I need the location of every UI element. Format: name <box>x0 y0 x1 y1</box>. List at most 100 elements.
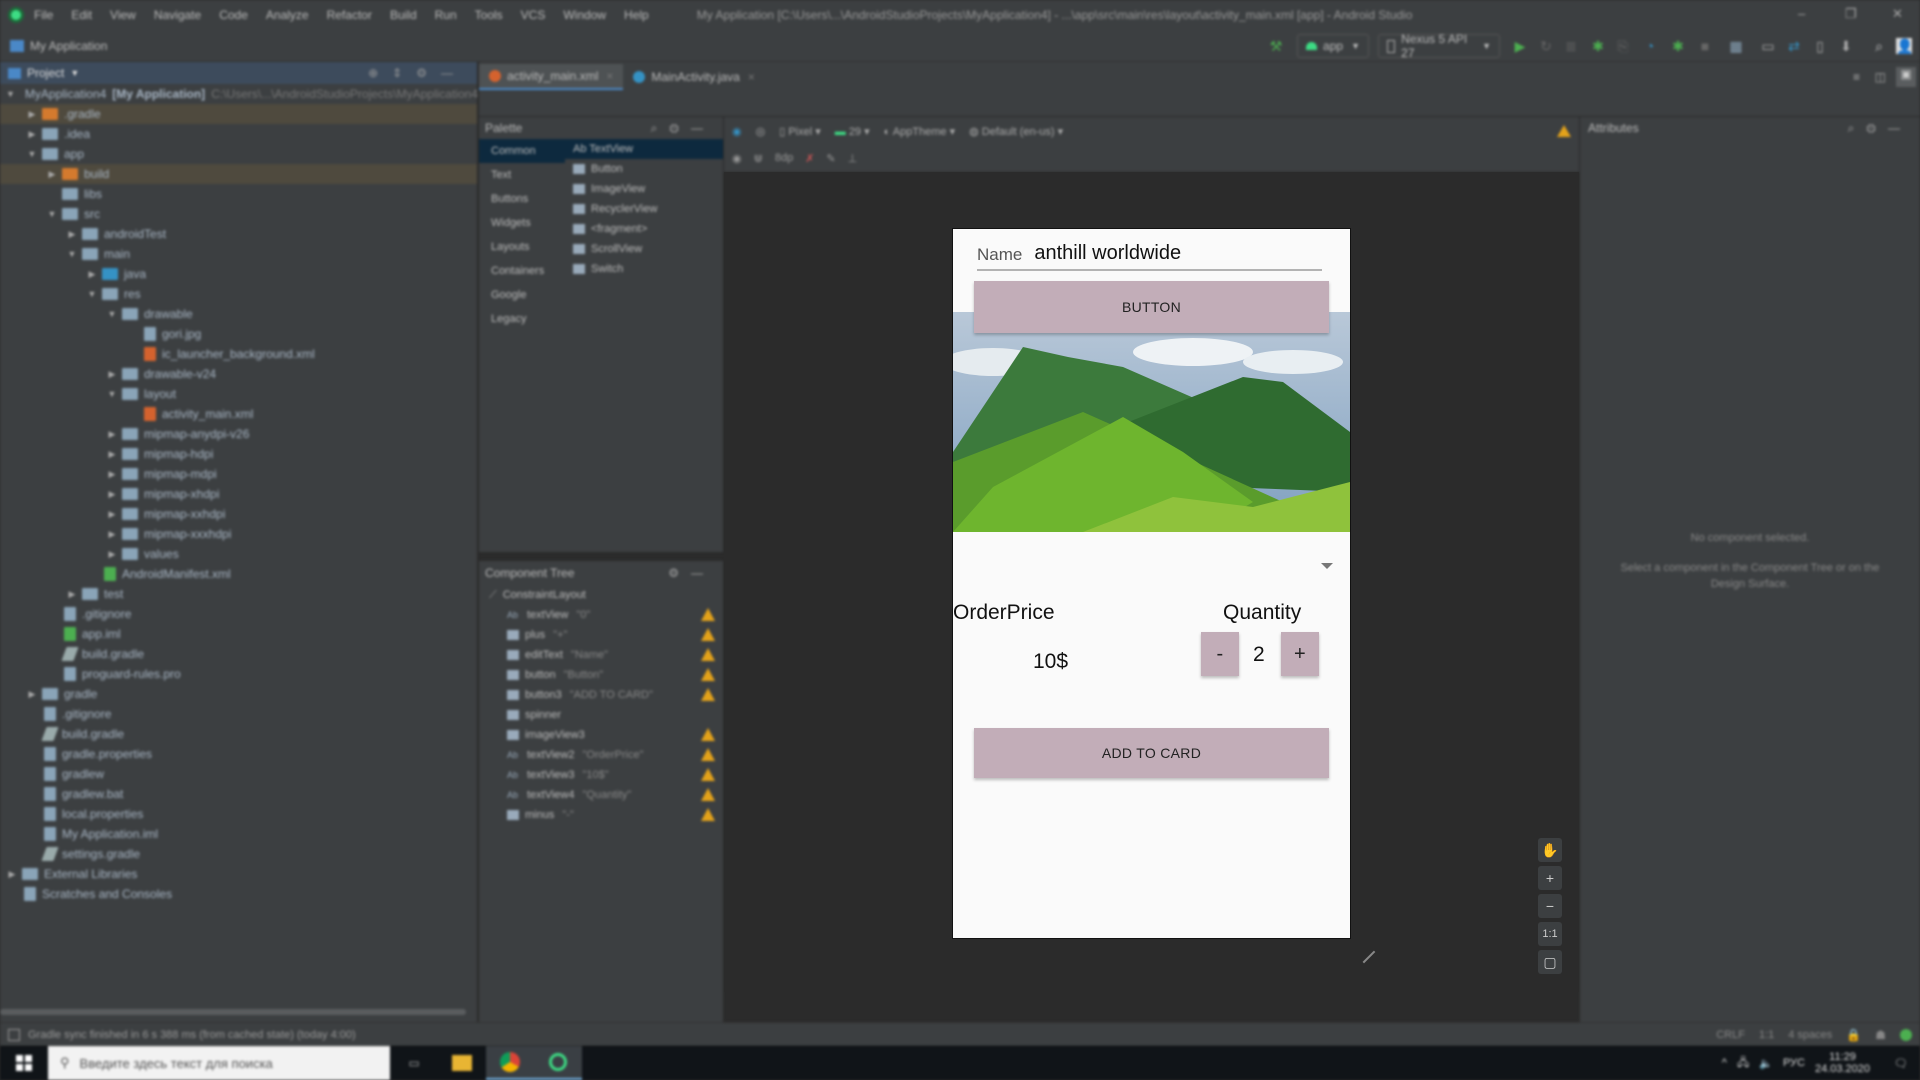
debug-icon[interactable]: ✱ <box>1590 38 1606 54</box>
component-item[interactable]: imageView3 <box>479 725 723 745</box>
chrome-button[interactable] <box>486 1046 534 1080</box>
plus-button[interactable]: + <box>1281 632 1319 676</box>
menu-run[interactable]: Run <box>435 8 457 22</box>
warning-icon[interactable] <box>701 808 715 821</box>
language-indicator[interactable]: РУС <box>1783 1057 1805 1069</box>
tree-item[interactable]: ▼ layout <box>0 384 477 404</box>
button[interactable]: BUTTON <box>974 281 1329 333</box>
volume-icon[interactable]: 🔈 <box>1759 1057 1773 1070</box>
warning-icon[interactable] <box>1557 125 1571 137</box>
palette-category[interactable]: Common <box>479 139 565 163</box>
profile-icon[interactable]: ◔ <box>1642 38 1658 54</box>
tree-item[interactable]: ▶ mipmap-mdpi <box>0 464 477 484</box>
cursor-position[interactable]: 1:1 <box>1759 1029 1774 1041</box>
component-tree-actions[interactable]: ⚙— <box>668 566 715 580</box>
component-root[interactable]: ⟋ ConstraintLayout <box>479 585 723 605</box>
clear-constraints-icon[interactable]: ✗ <box>805 152 814 165</box>
tree-item[interactable]: gradlew.bat <box>0 784 477 804</box>
zoom-out-button[interactable]: − <box>1538 894 1562 918</box>
code-view-icon[interactable]: ≡ <box>1853 70 1860 84</box>
avd-manager-icon[interactable]: ▯ <box>1812 38 1828 54</box>
warning-icon[interactable] <box>701 748 715 761</box>
tab-main-activity[interactable]: MainActivity.java × <box>623 64 765 90</box>
expand-arrow-right-icon[interactable]: ▶ <box>106 449 118 460</box>
expand-arrow-down-icon[interactable]: ▼ <box>66 249 78 259</box>
tree-item[interactable]: libs <box>0 184 477 204</box>
start-button[interactable] <box>0 1046 48 1080</box>
tree-item[interactable]: AndroidManifest.xml <box>0 564 477 584</box>
palette-actions[interactable]: ⌕⚙— <box>651 121 715 136</box>
tree-item[interactable]: ▼ res <box>0 284 477 304</box>
spinner-dropdown-icon[interactable] <box>1321 563 1333 569</box>
expand-arrow-right-icon[interactable]: ▶ <box>26 689 38 700</box>
tree-item[interactable]: ▶ mipmap-xxhdpi <box>0 504 477 524</box>
project-view-select[interactable]: Project <box>27 66 64 80</box>
expand-arrow-right-icon[interactable]: ▶ <box>106 489 118 500</box>
android-studio-button[interactable] <box>534 1046 582 1080</box>
tree-item[interactable]: ▶ mipmap-xhdpi <box>0 484 477 504</box>
menu-file[interactable]: File <box>34 8 53 22</box>
project-structure-icon[interactable]: ▦ <box>1728 38 1744 54</box>
warning-icon[interactable] <box>701 668 715 681</box>
tree-item[interactable]: ▼ src <box>0 204 477 224</box>
expand-arrow-down-icon[interactable]: ▼ <box>106 309 118 319</box>
menu-tools[interactable]: Tools <box>475 8 503 22</box>
notifications-icon[interactable]: 🗨 <box>1894 1057 1908 1070</box>
component-item[interactable]: button3 "ADD TO CARD" <box>479 685 723 705</box>
close-tab-icon[interactable]: × <box>748 70 755 84</box>
panel-actions[interactable]: ⊕⇕⚙— <box>368 66 467 80</box>
show-constraints-icon[interactable]: ◉ <box>732 152 742 165</box>
chevron-down-icon[interactable]: ▼ <box>70 68 79 78</box>
stop-icon[interactable]: ■ <box>1697 38 1713 54</box>
expand-arrow-right-icon[interactable]: ▶ <box>46 169 58 180</box>
design-view-icon[interactable]: ▣ <box>1896 67 1916 87</box>
terminal-icon[interactable]: ▭ <box>1760 38 1776 54</box>
palette-category[interactable]: Containers <box>479 259 565 283</box>
palette-category[interactable]: Widgets <box>479 211 565 235</box>
expand-arrow-right-icon[interactable]: ▶ <box>106 549 118 560</box>
tree-item[interactable]: ▼ app <box>0 144 477 164</box>
attach-process-icon[interactable]: ✱ <box>1670 38 1686 54</box>
attributes-actions[interactable]: ⌕⚙— <box>1848 121 1912 136</box>
device-select[interactable]: Nexus 5 API 27 ▼ <box>1378 32 1500 60</box>
warning-icon[interactable] <box>701 608 715 621</box>
tree-item[interactable]: gradle.properties <box>0 744 477 764</box>
network-icon[interactable]: 🖧 <box>1737 1054 1749 1073</box>
taskbar-search[interactable]: ⚲ Введите здесь текст для поиска <box>48 1046 390 1080</box>
palette-category[interactable]: Text <box>479 163 565 187</box>
tree-item[interactable]: build.gradle <box>0 724 477 744</box>
theme-select[interactable]: ◐ AppTheme ▾ <box>884 125 955 138</box>
expand-arrow-right-icon[interactable]: ▶ <box>26 129 38 140</box>
palette-item[interactable]: Ab TextView <box>565 139 723 159</box>
close-button[interactable]: ✕ <box>1892 6 1903 22</box>
tree-item[interactable]: gori.jpg <box>0 324 477 344</box>
component-item[interactable]: Ab textView "0" <box>479 605 723 625</box>
expand-arrow-down-icon[interactable]: ▼ <box>86 289 98 299</box>
restore-button[interactable]: ❐ <box>1845 6 1857 22</box>
status-message[interactable]: Gradle sync finished in 6 s 388 ms (from… <box>28 1029 356 1041</box>
api-select[interactable]: ▬ 29 ▾ <box>835 125 870 138</box>
tree-item[interactable]: app.iml <box>0 624 477 644</box>
menu-vcs[interactable]: VCS <box>521 8 546 22</box>
clock[interactable]: 11:29 24.03.2020 <box>1815 1051 1870 1075</box>
palette-category[interactable]: Layouts <box>479 235 565 259</box>
split-view-icon[interactable]: ◫ <box>1875 70 1886 84</box>
minimize-button[interactable]: – <box>1798 6 1805 21</box>
palette-category[interactable]: Google <box>479 283 565 307</box>
tree-item[interactable]: ▶ mipmap-anydpi-v26 <box>0 424 477 444</box>
tree-item[interactable]: Scratches and Consoles <box>0 884 477 904</box>
horizontal-scrollbar[interactable] <box>0 1009 466 1015</box>
tree-item[interactable]: local.properties <box>0 804 477 824</box>
menu-refactor[interactable]: Refactor <box>327 8 372 22</box>
tree-item[interactable]: ▶ mipmap-xxxhdpi <box>0 524 477 544</box>
design-surface-icon[interactable]: ◉ <box>732 125 742 138</box>
menu-window[interactable]: Window <box>563 8 606 22</box>
palette-item[interactable]: ImageView <box>565 179 723 199</box>
palette-category[interactable]: Legacy <box>479 307 565 331</box>
run-config-select[interactable]: app ▼ <box>1297 34 1369 58</box>
menu-code[interactable]: Code <box>219 8 248 22</box>
expand-arrow-right-icon[interactable]: ▶ <box>106 529 118 540</box>
tree-item[interactable]: proguard-rules.pro <box>0 664 477 684</box>
user-avatar[interactable]: 👤 <box>1896 38 1913 54</box>
component-item[interactable]: Ab textView4 "Quantity" <box>479 785 723 805</box>
